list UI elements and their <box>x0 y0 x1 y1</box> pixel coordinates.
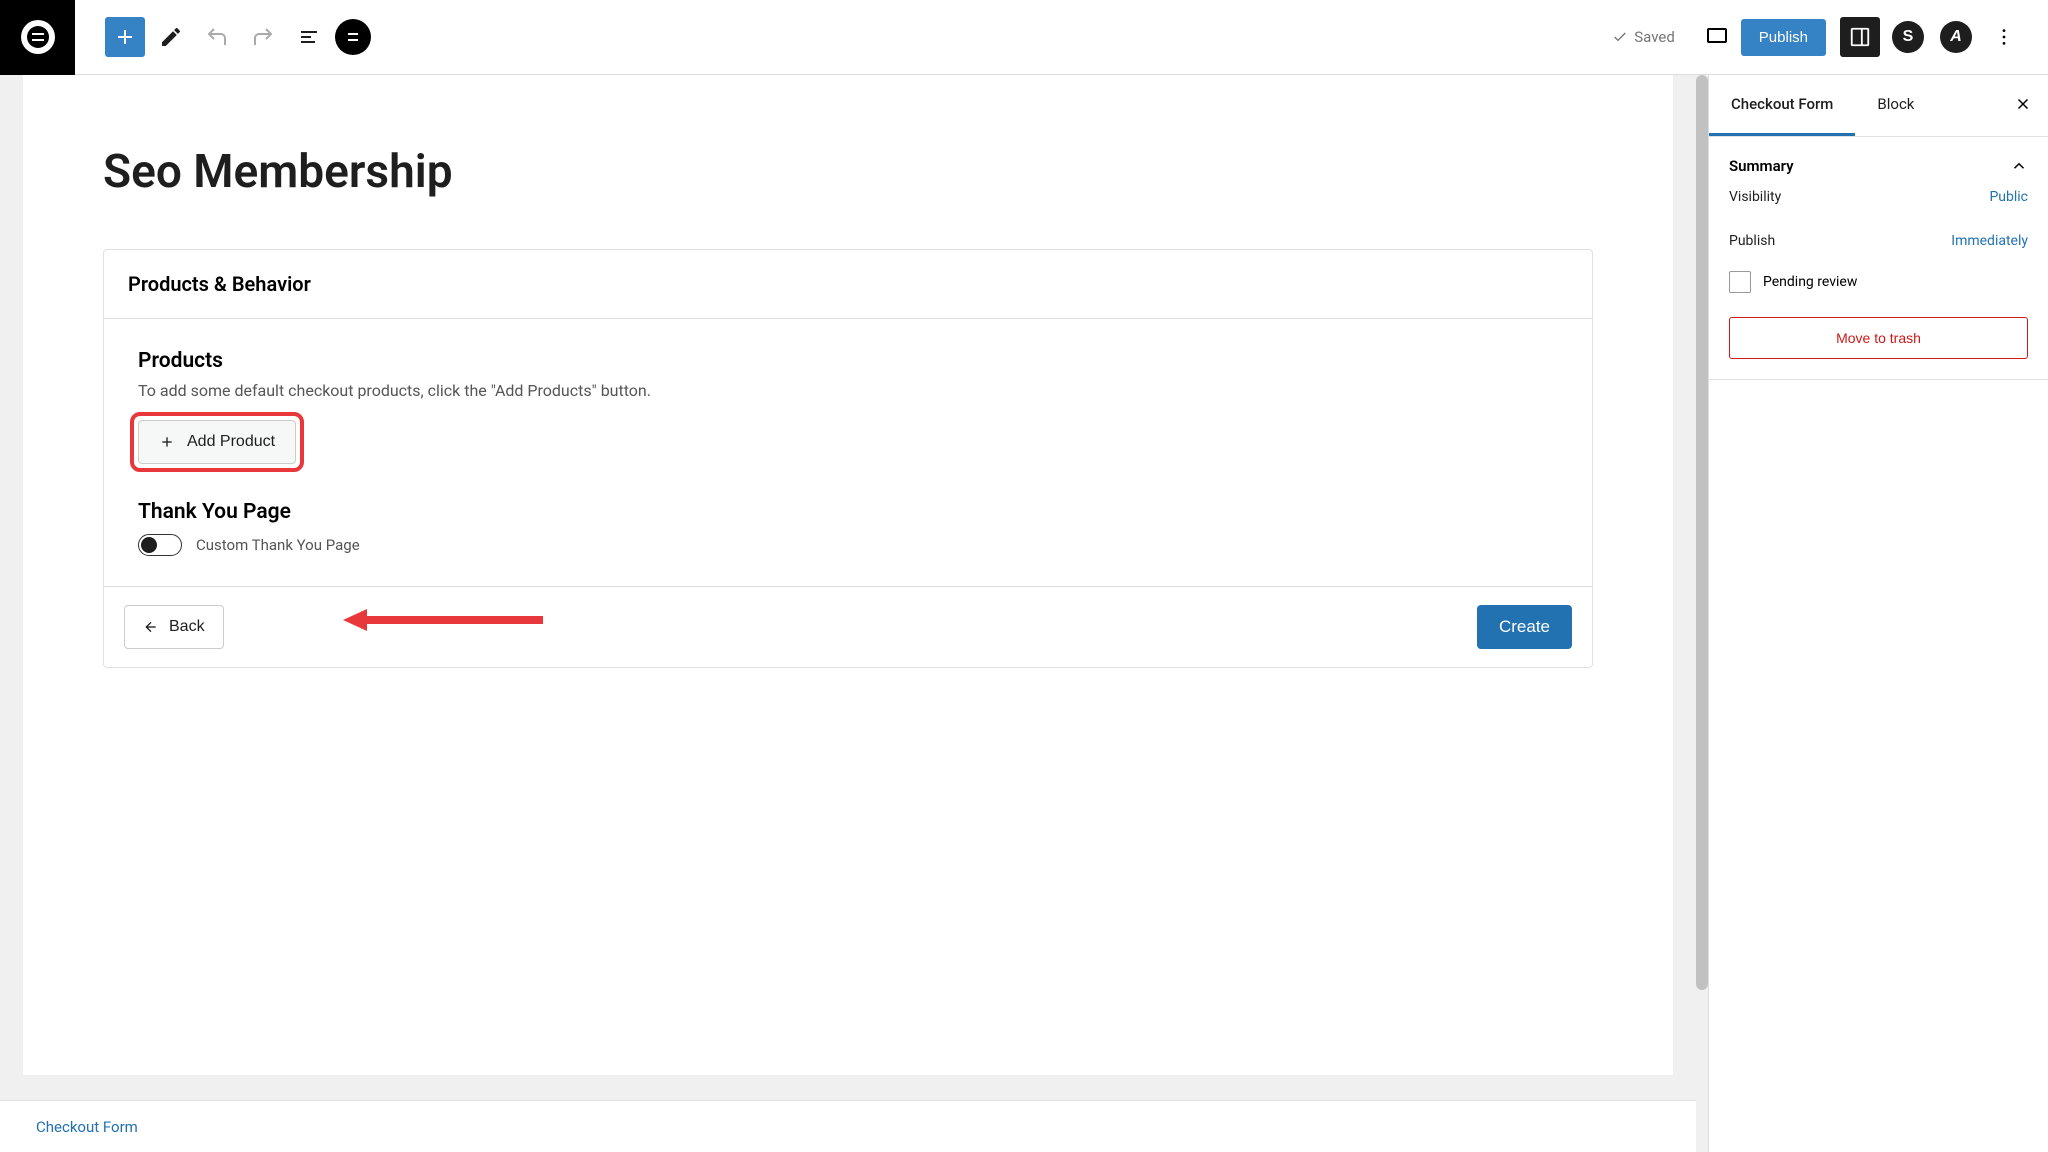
summary-section-toggle[interactable]: Summary <box>1729 157 2028 175</box>
preview-button[interactable] <box>1697 17 1737 57</box>
thankyou-toggle-label: Custom Thank You Page <box>196 536 360 554</box>
top-toolbar: Saved Publish S A <box>0 0 2048 75</box>
custom-thankyou-toggle[interactable] <box>138 534 182 556</box>
add-block-button[interactable] <box>105 17 145 57</box>
summary-label: Summary <box>1729 157 1794 175</box>
saved-label: Saved <box>1634 28 1675 46</box>
back-label: Back <box>169 618 205 636</box>
plugin-button-2[interactable]: A <box>1936 17 1976 57</box>
add-product-button[interactable]: Add Product <box>138 420 296 464</box>
scrollbar[interactable] <box>1696 75 1708 1152</box>
visibility-value[interactable]: Public <box>1989 189 2028 205</box>
publish-button[interactable]: Publish <box>1741 19 1826 56</box>
panel-header: Products & Behavior <box>104 250 1592 319</box>
back-button[interactable]: Back <box>124 605 224 649</box>
plugin-logo-icon[interactable] <box>335 19 371 55</box>
products-behavior-panel: Products & Behavior Products To add some… <box>103 249 1593 668</box>
editor-canvas: Seo Membership Products & Behavior Produ… <box>23 75 1673 1075</box>
saved-indicator: Saved <box>1612 28 1675 46</box>
publish-date-label: Publish <box>1729 233 1775 249</box>
chevron-up-icon <box>2010 157 2028 175</box>
outline-button[interactable] <box>289 17 329 57</box>
add-product-label: Add Product <box>187 433 275 451</box>
breadcrumb-link[interactable]: Checkout Form <box>36 1118 138 1136</box>
editor-canvas-wrap: Seo Membership Products & Behavior Produ… <box>0 75 1696 1152</box>
breadcrumb: Checkout Form <box>0 1100 1696 1152</box>
settings-sidebar: Checkout Form Block Summary Visibility P… <box>1708 75 2048 1152</box>
settings-panel-toggle[interactable] <box>1840 17 1880 57</box>
page-title[interactable]: Seo Membership <box>103 145 1593 199</box>
tab-block[interactable]: Block <box>1855 75 1936 136</box>
create-button[interactable]: Create <box>1477 605 1572 649</box>
plugin-button-1[interactable]: S <box>1888 17 1928 57</box>
pending-review-checkbox[interactable] <box>1729 271 1751 293</box>
visibility-label: Visibility <box>1729 189 1781 205</box>
edit-button[interactable] <box>151 17 191 57</box>
tab-checkout-form[interactable]: Checkout Form <box>1709 75 1855 136</box>
products-heading: Products <box>138 349 1558 373</box>
app-logo[interactable] <box>0 0 75 75</box>
publish-date-value[interactable]: Immediately <box>1951 233 2028 249</box>
thankyou-heading: Thank You Page <box>138 500 1558 524</box>
pending-review-label: Pending review <box>1763 274 1857 290</box>
products-description: To add some default checkout products, c… <box>138 381 1558 400</box>
undo-button[interactable] <box>197 17 237 57</box>
move-to-trash-button[interactable]: Move to trash <box>1729 317 2028 359</box>
more-options-button[interactable] <box>1984 17 2024 57</box>
redo-button[interactable] <box>243 17 283 57</box>
close-sidebar-button[interactable] <box>1998 94 2048 118</box>
